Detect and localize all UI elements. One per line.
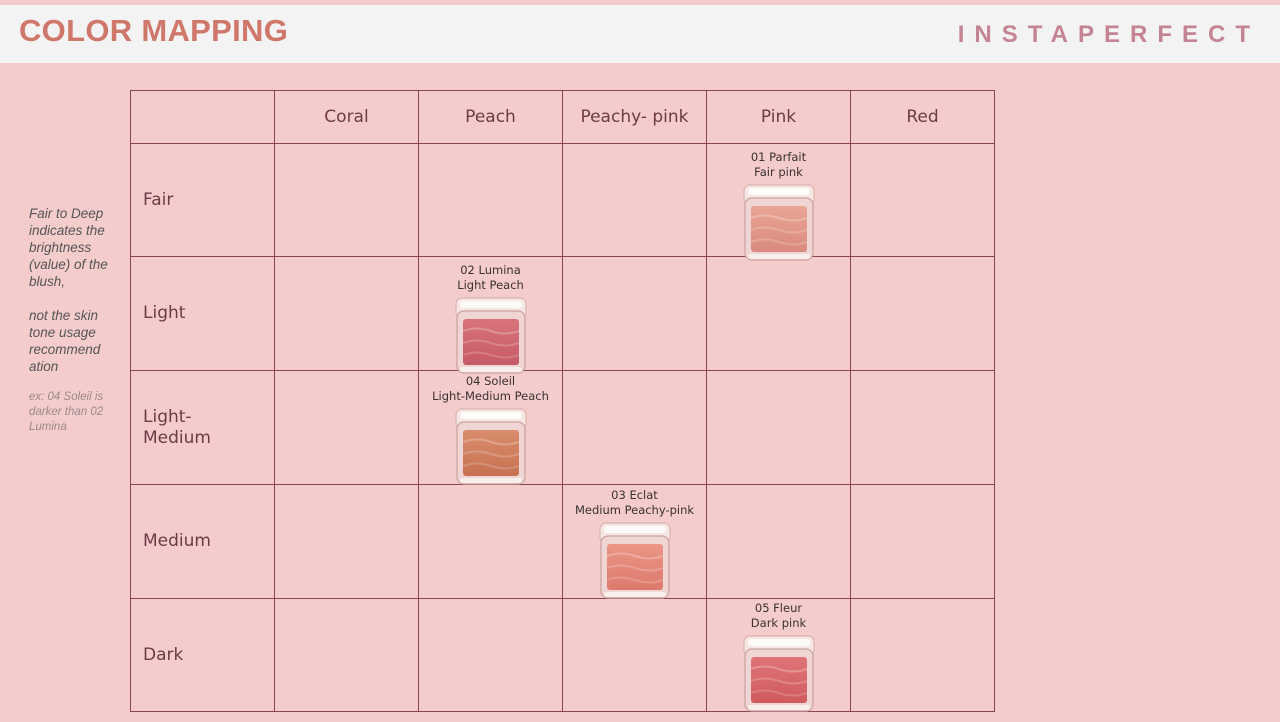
table-cell bbox=[418, 143, 563, 257]
blush-compact-icon bbox=[598, 522, 671, 599]
table-cell bbox=[274, 484, 419, 599]
color-mapping-table: Coral Peach Peachy- pink Pink Red Fair 0… bbox=[130, 90, 995, 712]
table-cell bbox=[274, 370, 419, 485]
header-bar: COLOR MAPPING INSTAPERFECT bbox=[0, 5, 1280, 63]
blush-compact-icon bbox=[742, 635, 815, 712]
column-header-pink: Pink bbox=[706, 90, 851, 144]
row-header-light-medium: Light- Medium bbox=[130, 370, 275, 485]
row-header-medium: Medium bbox=[130, 484, 275, 599]
table-cell bbox=[850, 143, 995, 257]
table-cell bbox=[274, 143, 419, 257]
table-cell bbox=[274, 598, 419, 712]
table-cell bbox=[562, 256, 707, 371]
table-cell bbox=[562, 143, 707, 257]
product-01-parfait: 01 Parfait Fair pink bbox=[707, 150, 850, 262]
product-name: 04 Soleil bbox=[465, 374, 516, 388]
blush-compact-icon bbox=[454, 297, 527, 374]
table-row: Light- Medium 04 Soleil Light-Medium Pea… bbox=[130, 370, 995, 486]
table-cell bbox=[562, 598, 707, 712]
table-row: Fair 01 Parfait Fair pink bbox=[130, 143, 995, 261]
blush-compact-icon bbox=[454, 408, 527, 485]
product-shade: Medium Peachy-pink bbox=[574, 503, 695, 517]
table-row: Light 02 Lumina Light Peach bbox=[130, 256, 995, 374]
note-line-1: Fair to Deep indicates the brightness (v… bbox=[29, 206, 108, 289]
brand-logo-text: INSTAPERFECT bbox=[957, 21, 1260, 48]
product-name: 05 Fleur bbox=[754, 601, 803, 615]
blush-compact-icon bbox=[742, 184, 815, 261]
table-cell bbox=[850, 256, 995, 371]
side-note: Fair to Deep indicates the brightness (v… bbox=[29, 205, 121, 452]
product-name: 02 Lumina bbox=[460, 263, 521, 277]
table-cell bbox=[850, 598, 995, 712]
note-line-2: not the skin tone usage recommend ation bbox=[29, 308, 101, 374]
row-header-dark: Dark bbox=[130, 598, 275, 712]
product-shade: Dark pink bbox=[750, 616, 807, 630]
row-header-fair: Fair bbox=[130, 143, 275, 257]
note-example: ex: 04 Soleil is darker than 02 Lumina bbox=[29, 391, 104, 433]
page-title: COLOR MAPPING bbox=[19, 13, 289, 48]
product-04-soleil: 04 Soleil Light-Medium Peach bbox=[419, 374, 562, 486]
table-cell bbox=[274, 256, 419, 371]
product-name: 01 Parfait bbox=[750, 150, 807, 164]
table-cell bbox=[418, 598, 563, 712]
product-name: 03 Eclat bbox=[611, 488, 658, 502]
table-cell: 02 Lumina Light Peach bbox=[418, 256, 563, 374]
product-03-eclat: 03 Eclat Medium Peachy-pink bbox=[563, 488, 706, 600]
header-row: Coral Peach Peachy- pink Pink Red bbox=[130, 90, 995, 144]
product-02-lumina: 02 Lumina Light Peach bbox=[419, 263, 562, 375]
product-shade: Light Peach bbox=[457, 278, 524, 292]
table-cell: 04 Soleil Light-Medium Peach bbox=[418, 370, 563, 486]
row-header-light: Light bbox=[130, 256, 275, 371]
table-cell bbox=[850, 370, 995, 485]
table-cell bbox=[706, 484, 851, 599]
column-header-peachy-pink: Peachy- pink bbox=[562, 90, 707, 144]
product-05-fleur: 05 Fleur Dark pink bbox=[707, 601, 850, 713]
corner-cell bbox=[130, 90, 275, 144]
table-cell bbox=[850, 484, 995, 599]
table-cell bbox=[706, 256, 851, 371]
table-cell bbox=[418, 484, 563, 599]
table-cell bbox=[706, 370, 851, 485]
column-header-red: Red bbox=[850, 90, 995, 144]
column-header-peach: Peach bbox=[418, 90, 563, 144]
table-cell: 03 Eclat Medium Peachy-pink bbox=[562, 484, 707, 600]
product-shade: Fair pink bbox=[754, 165, 803, 179]
column-header-coral: Coral bbox=[274, 90, 419, 144]
table-cell: 05 Fleur Dark pink bbox=[706, 598, 851, 713]
table-row: Dark 05 Fleur Dark pink bbox=[130, 598, 995, 713]
product-shade: Light-Medium Peach bbox=[432, 389, 549, 403]
table-cell bbox=[562, 370, 707, 485]
table-cell: 01 Parfait Fair pink bbox=[706, 143, 851, 261]
table-row: Medium 03 Eclat Medium Peachy-pink bbox=[130, 484, 995, 600]
